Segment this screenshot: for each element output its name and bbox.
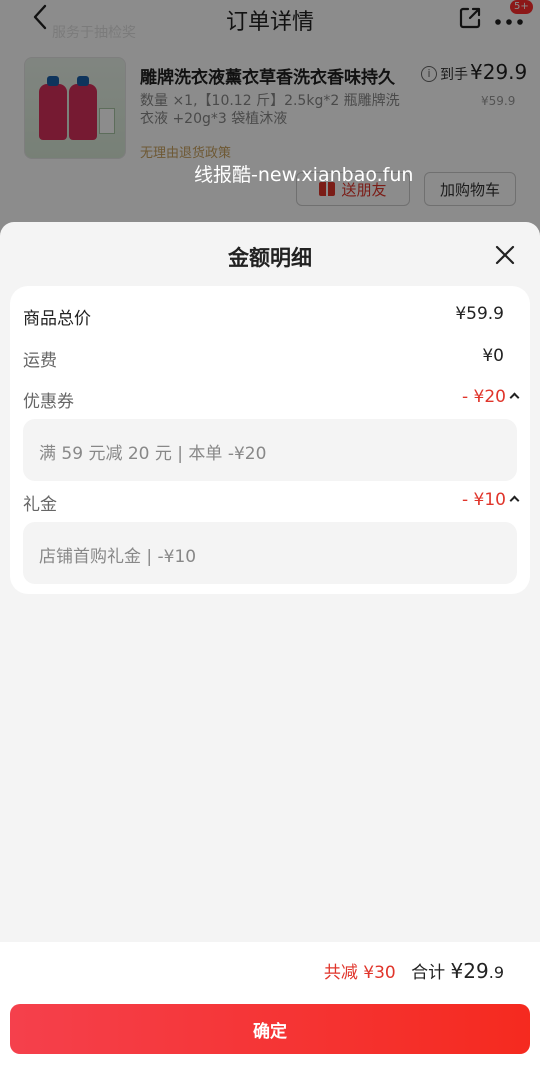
- gift-money-label: 礼金: [23, 495, 57, 515]
- total-saved: 共减 ¥30: [323, 963, 396, 983]
- total-label: 合计: [411, 963, 446, 983]
- coupon-value: - ¥20: [462, 387, 506, 407]
- coupon-detail-text: 满 59 元减 20 元 | 本单 -¥20: [39, 444, 267, 464]
- chevron-up-icon: [509, 495, 520, 506]
- gift-money-detail: 店铺首购礼金 | -¥10: [23, 522, 517, 584]
- goods-total-value: ¥59.9: [455, 304, 504, 324]
- confirm-button[interactable]: 确定: [10, 1004, 530, 1054]
- sheet-title: 金额明细: [228, 246, 312, 270]
- total-decimal: .9: [488, 963, 504, 982]
- chevron-up-icon: [509, 392, 520, 403]
- gift-money-toggle[interactable]: - ¥10: [462, 490, 520, 510]
- total-amount: ¥29: [450, 959, 489, 983]
- shipping-label: 运费: [23, 351, 57, 371]
- gift-money-value: - ¥10: [462, 490, 506, 510]
- goods-total-label: 商品总价: [23, 309, 91, 329]
- watermark: 线报酷-new.xianbao.fun: [194, 164, 414, 186]
- amount-card: 商品总价 ¥59.9 运费 ¥0 优惠券 - ¥20 满 59 元减 20 元 …: [10, 286, 530, 594]
- coupon-toggle[interactable]: - ¥20: [462, 387, 520, 407]
- sheet-footer: 共减 ¥30 合计 ¥29.9 确定: [0, 942, 540, 1070]
- dim-overlay[interactable]: [0, 0, 540, 240]
- coupon-label: 优惠券: [23, 392, 74, 412]
- order-detail-page: 服务于抽检奖 订单详情 5+ 雕牌洗衣液薰衣草香洗衣香味持久 i 到手 ¥29.…: [0, 0, 540, 240]
- shipping-value: ¥0: [482, 346, 504, 366]
- total-line: 共减 ¥30 合计 ¥29.9: [324, 958, 504, 983]
- close-icon[interactable]: [492, 242, 518, 268]
- gift-money-detail-text: 店铺首购礼金 | -¥10: [39, 547, 197, 567]
- coupon-detail: 满 59 元减 20 元 | 本单 -¥20: [23, 419, 517, 481]
- amount-detail-sheet: 金额明细 商品总价 ¥59.9 运费 ¥0 优惠券 - ¥20 满 59 元减 …: [0, 222, 540, 1070]
